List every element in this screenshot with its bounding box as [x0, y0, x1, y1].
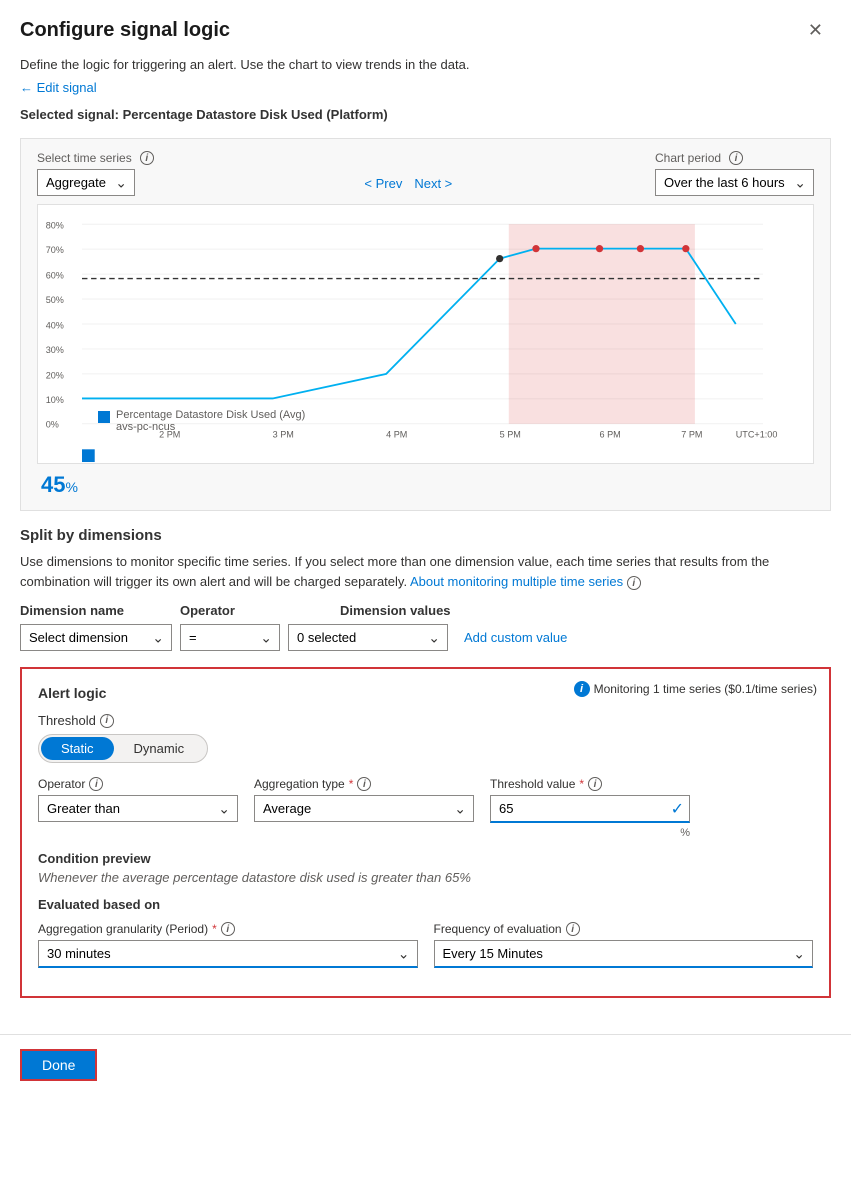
edit-signal-link[interactable]: Edit signal: [20, 80, 97, 95]
dimensions-section: Split by dimensions Use dimensions to mo…: [20, 527, 831, 651]
chart-period-info-icon[interactable]: i: [729, 151, 743, 165]
condition-preview-title: Condition preview: [38, 851, 813, 866]
threshold-value-label: Threshold value * i: [490, 777, 690, 791]
dim-col-values: Dimension values: [340, 603, 500, 618]
footer: Done: [0, 1034, 851, 1095]
chart-period-select[interactable]: Over the last 6 hours: [655, 169, 814, 196]
dim-col-name: Dimension name: [20, 603, 180, 618]
static-toggle-button[interactable]: Static: [41, 737, 114, 760]
agg-type-select[interactable]: Average: [254, 795, 474, 822]
agg-granularity-required: *: [212, 922, 217, 936]
prev-button[interactable]: < Prev: [364, 176, 402, 191]
monitoring-badge-info-icon: i: [574, 681, 590, 697]
condition-preview-text: Whenever the average percentage datastor…: [38, 870, 813, 885]
threshold-value-required: *: [579, 777, 584, 791]
chart-legend-text: Percentage Datastore Disk Used (Avg) avs…: [116, 409, 305, 433]
threshold-value-input[interactable]: 65: [490, 795, 690, 823]
done-button[interactable]: Done: [20, 1049, 97, 1081]
close-button[interactable]: ✕: [800, 16, 831, 45]
operator-info-icon[interactable]: i: [89, 777, 103, 791]
alert-logic-section: i Monitoring 1 time series ($0.1/time se…: [20, 667, 831, 998]
next-button[interactable]: Next >: [414, 176, 452, 191]
frequency-info-icon[interactable]: i: [566, 922, 580, 936]
agg-type-info-icon[interactable]: i: [357, 777, 371, 791]
dimension-name-select[interactable]: Select dimension: [20, 624, 172, 651]
dim-col-operator: Operator: [180, 603, 340, 618]
agg-granularity-label: Aggregation granularity (Period) * i: [38, 922, 418, 936]
legend-color: [98, 411, 110, 423]
threshold-label: Threshold i: [38, 713, 813, 728]
add-custom-value-button[interactable]: Add custom value: [456, 625, 575, 650]
modal-title: Configure signal logic: [20, 19, 230, 42]
threshold-check-icon: ✓: [671, 799, 684, 819]
selected-signal-label: Selected signal: Percentage Datastore Di…: [20, 107, 831, 122]
svg-text:0%: 0%: [46, 420, 59, 430]
svg-text:5 PM: 5 PM: [500, 430, 521, 440]
svg-text:6 PM: 6 PM: [600, 430, 621, 440]
operator-label: Operator i: [38, 777, 238, 791]
chart-area: 80% 70% 60% 50% 40% 30% 20% 10% 0% 2 PM …: [37, 204, 814, 464]
svg-text:7 PM: 7 PM: [681, 430, 702, 440]
time-series-select[interactable]: Aggregate: [37, 169, 135, 196]
chart-value: 45: [41, 472, 65, 497]
svg-text:4 PM: 4 PM: [386, 430, 407, 440]
evaluated-based-on-title: Evaluated based on: [38, 897, 813, 912]
threshold-info-icon[interactable]: i: [100, 714, 114, 728]
monitoring-badge: i Monitoring 1 time series ($0.1/time se…: [574, 681, 817, 697]
agg-granularity-select[interactable]: 30 minutes: [38, 940, 418, 968]
svg-text:60%: 60%: [46, 271, 64, 281]
agg-type-required: *: [349, 777, 354, 791]
time-series-info-icon[interactable]: i: [140, 151, 154, 165]
monitoring-link[interactable]: About monitoring multiple time series: [410, 574, 623, 589]
threshold-value-info-icon[interactable]: i: [588, 777, 602, 791]
svg-text:20%: 20%: [46, 370, 64, 380]
svg-text:70%: 70%: [46, 245, 64, 255]
time-series-label: Select time series: [37, 151, 132, 165]
dimension-row: Select dimension = 0 selected Add custom…: [20, 624, 831, 651]
dimension-operator-select[interactable]: =: [180, 624, 280, 651]
agg-type-label: Aggregation type * i: [254, 777, 474, 791]
frequency-select[interactable]: Every 15 Minutes: [434, 940, 814, 968]
chart-value-unit: %: [65, 479, 77, 495]
description-text: Define the logic for triggering an alert…: [20, 57, 831, 72]
dimensions-description: Use dimensions to monitor specific time …: [20, 552, 831, 591]
svg-text:30%: 30%: [46, 345, 64, 355]
svg-text:40%: 40%: [46, 321, 64, 331]
svg-text:80%: 80%: [46, 221, 64, 231]
dimensions-title: Split by dimensions: [20, 527, 831, 544]
chart-period-label: Chart period: [655, 151, 721, 165]
svg-text:50%: 50%: [46, 295, 64, 305]
operator-select[interactable]: Greater than: [38, 795, 238, 822]
chart-section: Select time series i Aggregate < Prev Ne…: [20, 138, 831, 511]
dimension-values-select[interactable]: 0 selected: [288, 624, 448, 651]
dimensions-info-icon[interactable]: i: [627, 576, 641, 590]
frequency-label: Frequency of evaluation i: [434, 922, 814, 936]
agg-granularity-info-icon[interactable]: i: [221, 922, 235, 936]
svg-text:UTC+1:00: UTC+1:00: [736, 430, 778, 440]
threshold-toggle[interactable]: Static Dynamic: [38, 734, 208, 763]
threshold-unit: %: [490, 827, 690, 839]
dynamic-toggle-button[interactable]: Dynamic: [114, 737, 205, 760]
svg-text:10%: 10%: [46, 395, 64, 405]
